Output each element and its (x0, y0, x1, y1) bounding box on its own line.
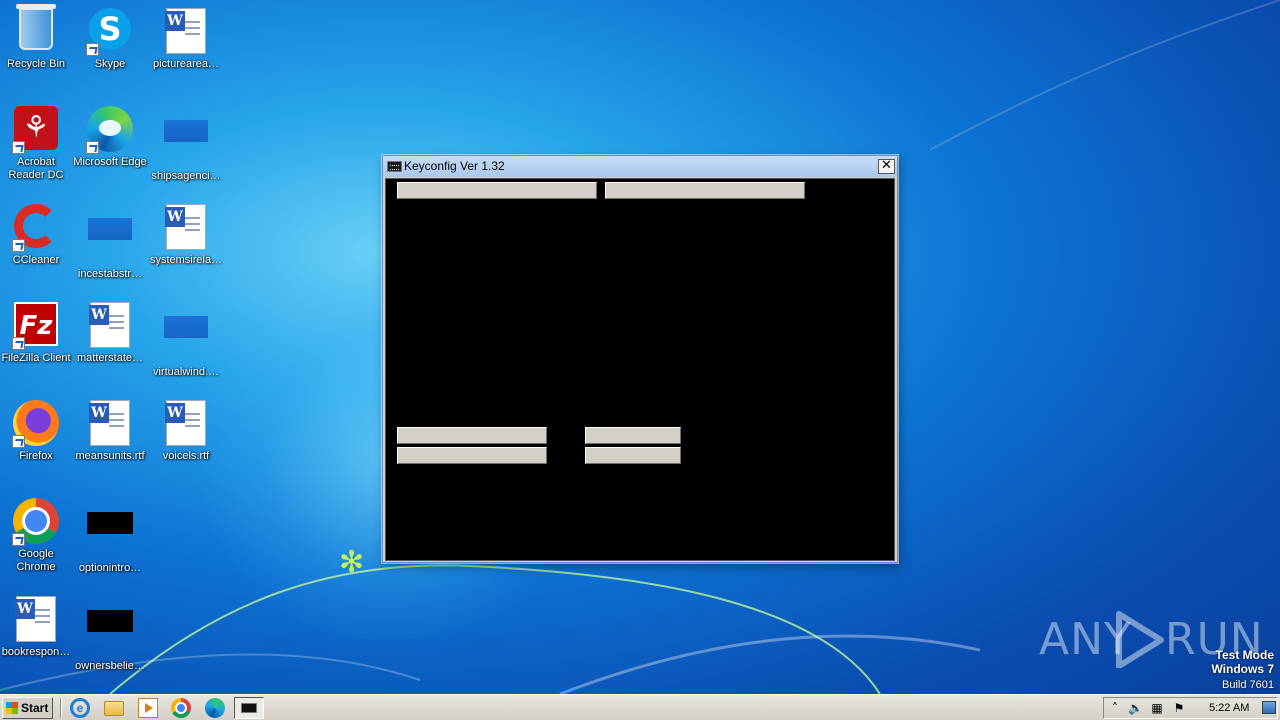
desktop-icon-systemsirela[interactable]: W systemsirela… (148, 198, 224, 290)
desktop-icon-label: virtualwind.… (152, 366, 220, 378)
desktop-icon-matterstate[interactable]: W matterstate… (72, 296, 148, 388)
chevron-up-icon[interactable]: ˄ (1108, 701, 1122, 715)
top-button-2[interactable] (605, 182, 805, 199)
recycle-bin-icon (12, 4, 60, 56)
folder-icon[interactable] (104, 701, 124, 716)
black-thumbnail-icon (86, 610, 134, 658)
desktop-icon-label: Recycle Bin (6, 58, 66, 70)
internet-explorer-icon[interactable]: e (70, 698, 90, 718)
action-center-flag-icon[interactable]: ⚑ (1172, 701, 1186, 715)
desktop-icon-ccleaner[interactable]: CCleaner (0, 198, 74, 290)
chrome-icon (12, 498, 60, 546)
desktop-icon-shipsagenci[interactable]: shipsagenci… (148, 100, 224, 192)
start-label: Start (21, 701, 49, 715)
system-tray: ˄ 🔈 ▦ ⚑ 5:22 AM (1103, 697, 1278, 719)
word-document-icon: W (86, 302, 134, 350)
desktop-icon-label: Firefox (19, 450, 53, 462)
black-thumbnail-icon (86, 512, 134, 560)
windows-logo-icon (6, 702, 18, 714)
desktop-icon-incestabstr[interactable]: incestabstr… (72, 198, 148, 290)
taskbar-separator (60, 698, 62, 718)
button-right-2[interactable] (585, 447, 681, 464)
desktop-icon-filezilla[interactable]: Fz FileZilla Client (0, 296, 74, 388)
firefox-icon (12, 400, 60, 448)
anyrun-watermark-logo: ANY RUN (1039, 610, 1263, 668)
blank-file-icon (162, 316, 210, 364)
desktop-icon-label: picturearea… (152, 58, 220, 70)
os-version-text: Windows 7 (1211, 662, 1274, 676)
volume-icon[interactable]: 🔈 (1128, 701, 1143, 715)
desktop-icon-label: incestabstr… (77, 268, 143, 280)
desktop-icon-ownersbelie[interactable]: ownersbelie… (72, 590, 148, 682)
test-mode-text: Test Mode (1215, 648, 1274, 662)
window-client-area (385, 178, 895, 561)
desktop-icon-label: ownersbelie… (75, 660, 145, 672)
build-text: Build 7601 (1222, 679, 1274, 691)
word-document-icon: W (86, 400, 134, 448)
desktop-icon-acrobat[interactable]: ⚘ Acrobat Reader DC (0, 100, 74, 192)
edge-icon (86, 106, 134, 154)
close-button[interactable]: ✕ (878, 159, 895, 174)
keyconfig-app-icon (387, 161, 402, 172)
desktop-icon-firefox[interactable]: Firefox (0, 394, 74, 486)
blank-file-icon (162, 120, 210, 168)
show-desktop-icon[interactable] (1262, 701, 1276, 714)
window-title: Keyconfig Ver 1.32 (404, 159, 505, 173)
network-icon[interactable]: ▦ (1150, 701, 1164, 715)
blank-file-icon (86, 218, 134, 266)
keyconfig-task-icon (241, 703, 257, 713)
desktop-icon-picturearea[interactable]: W picturearea… (148, 2, 224, 94)
desktop-icon-skype[interactable]: S Skype (72, 2, 148, 94)
keyconfig-window[interactable]: Keyconfig Ver 1.32 ✕ (382, 155, 898, 563)
desktop-icon-voicels[interactable]: W voicels.rtf (148, 394, 224, 486)
desktop-icon-optionintro[interactable]: optionintro… (72, 492, 148, 584)
desktop-icon-virtualwind[interactable]: virtualwind.… (148, 296, 224, 388)
start-button[interactable]: Start (2, 697, 53, 719)
ccleaner-icon (12, 204, 60, 252)
desktop-icon-label: CCleaner (12, 254, 60, 266)
word-document-icon: W (162, 204, 210, 252)
clock[interactable]: 5:22 AM (1209, 701, 1249, 715)
desktop-icon-meansunits[interactable]: W meansunits.rtf (72, 394, 148, 486)
desktop-icon-label: Microsoft Edge (73, 156, 147, 168)
desktop-icon-label: bookrespon… (1, 646, 71, 658)
word-document-icon: W (12, 596, 60, 644)
word-document-icon: W (162, 400, 210, 448)
desktop-icon-bookrespon[interactable]: W bookrespon… (0, 590, 74, 682)
desktop-icon-label: shipsagenci… (151, 170, 221, 182)
desktop-icon-label: Skype (94, 58, 126, 70)
desktop-icon-label: Acrobat Reader DC (8, 156, 64, 181)
desktop-icon-chrome[interactable]: Google Chrome (0, 492, 74, 584)
button-left-2[interactable] (397, 447, 547, 464)
chrome-icon[interactable] (171, 698, 191, 718)
window-titlebar[interactable]: Keyconfig Ver 1.32 ✕ (383, 156, 897, 177)
desktop-icon-label: Google Chrome (16, 548, 56, 573)
taskbar-item-keyconfig[interactable] (234, 697, 264, 719)
desktop-icon-label: voicels.rtf (162, 450, 210, 462)
close-icon: ✕ (881, 158, 892, 173)
acrobat-icon: ⚘ (12, 106, 60, 154)
edge-icon[interactable] (205, 698, 225, 718)
filezilla-icon: Fz (12, 302, 60, 350)
play-icon (1116, 611, 1164, 668)
desktop-icon-label: meansunits.rtf (75, 450, 145, 462)
desktop-icon-label: systemsirela… (149, 254, 223, 266)
button-left-1[interactable] (397, 427, 547, 444)
desktop-icon-recycle-bin[interactable]: Recycle Bin (0, 2, 74, 94)
desktop-icon-label: matterstate… (76, 352, 144, 364)
desktop-icon-edge[interactable]: Microsoft Edge (72, 100, 148, 192)
word-document-icon: W (162, 8, 210, 56)
skype-icon: S (86, 8, 134, 56)
desktop-icon-label: optionintro… (78, 562, 142, 574)
media-player-icon[interactable] (138, 698, 158, 718)
taskbar: Start e ˄ 🔈 ▦ ⚑ 5:22 AM (0, 694, 1280, 720)
button-right-1[interactable] (585, 427, 681, 444)
desktop-icon-label: FileZilla Client (1, 352, 71, 364)
wallpaper-flower: ✻ (339, 545, 365, 580)
top-button-1[interactable] (397, 182, 597, 199)
